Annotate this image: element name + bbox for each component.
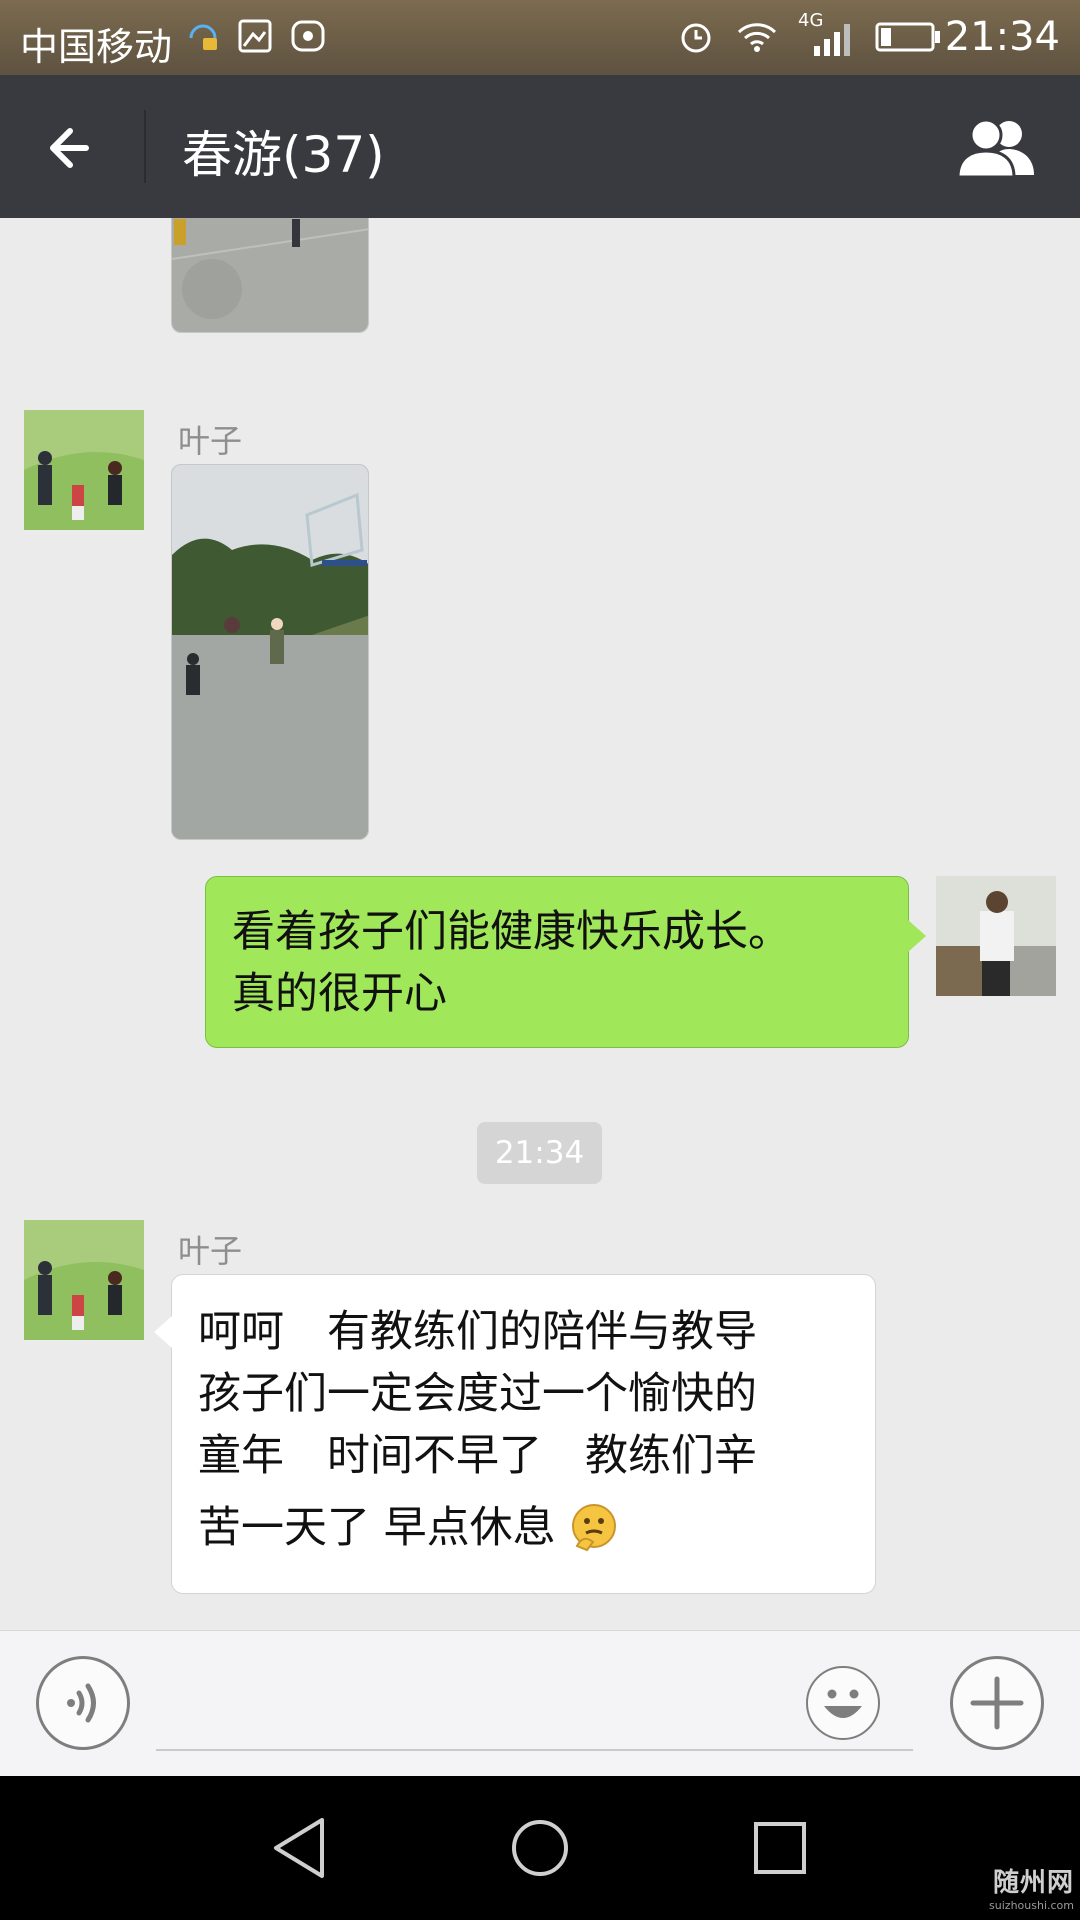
message-line-with-emoji: 苦一天了 早点休息 xyxy=(198,1497,849,1559)
group-members-icon[interactable] xyxy=(954,115,1040,181)
watermark-url: suizhoushi.com xyxy=(989,1899,1074,1912)
image-message[interactable] xyxy=(171,218,369,333)
my-avatar[interactable] xyxy=(936,876,1056,996)
court-photo xyxy=(172,218,368,332)
wifi-icon xyxy=(737,23,777,52)
time-separator: 21:34 xyxy=(477,1122,602,1184)
chat-title: 春游(37) xyxy=(182,126,385,184)
gallery-icon xyxy=(238,19,272,53)
bubble-tail xyxy=(908,920,926,952)
voice-icon xyxy=(67,1683,96,1723)
avatar[interactable] xyxy=(24,1220,144,1340)
watermark-title: 随州网 xyxy=(992,1868,1074,1898)
incoming-message-bubble[interactable]: 呵呵 有教练们的陪伴与教导 孩子们一定会度过一个愉快的 童年 时间不早了 教练们… xyxy=(171,1274,876,1594)
smiley-icon xyxy=(824,1689,862,1718)
message-line: 看着孩子们能健康快乐成长。 xyxy=(232,907,791,957)
avatar[interactable] xyxy=(24,410,144,530)
thinking-face-emoji xyxy=(572,1504,617,1552)
avatar-family-photo xyxy=(24,1220,144,1340)
message-input[interactable] xyxy=(156,1749,913,1751)
chat-area[interactable]: 叶子 看着孩子们能健康快乐成长。 真的很开心 21:34 叶子 呵呵 有教练们的… xyxy=(0,218,1080,1630)
alarm-icon xyxy=(681,23,711,53)
emoji-button[interactable] xyxy=(806,1666,880,1740)
avatar-family-photo xyxy=(24,410,144,530)
sender-nickname: 叶子 xyxy=(178,422,243,460)
voice-button[interactable] xyxy=(36,1656,130,1750)
status-bar: 中国移动 4G 21:34 xyxy=(0,0,1080,75)
carrier-label: 中国移动 xyxy=(20,25,173,69)
huawei-icon xyxy=(291,20,325,52)
bubble-tail xyxy=(154,1316,172,1348)
message-line: 呵呵 有教练们的陪伴与教导 xyxy=(198,1307,757,1357)
nav-back-icon[interactable] xyxy=(262,1810,338,1886)
title-divider xyxy=(144,110,146,183)
message-line: 苦一天了 早点休息 xyxy=(198,1503,556,1553)
image-message[interactable] xyxy=(171,464,369,840)
headset-icon xyxy=(189,24,217,50)
title-bar: 春游(37) xyxy=(0,75,1080,218)
navigation-bar: 随州网 suizhoushi.com xyxy=(0,1776,1080,1920)
message-line: 真的很开心 xyxy=(232,969,447,1019)
watermark: 随州网 suizhoushi.com xyxy=(989,1862,1074,1912)
more-button[interactable] xyxy=(950,1656,1044,1750)
basketball-court-photo xyxy=(172,465,368,839)
signal-icon xyxy=(814,24,850,56)
nav-recents-icon[interactable] xyxy=(742,1810,818,1886)
clock: 21:34 xyxy=(944,14,1060,60)
input-bar xyxy=(0,1630,1080,1776)
nav-home-icon[interactable] xyxy=(502,1810,578,1886)
back-arrow-icon[interactable] xyxy=(40,115,106,181)
sender-nickname: 叶子 xyxy=(178,1232,243,1270)
plus-icon xyxy=(970,1676,1024,1730)
battery-icon xyxy=(875,22,940,52)
outgoing-message-bubble[interactable]: 看着孩子们能健康快乐成长。 真的很开心 xyxy=(205,876,909,1048)
message-line: 童年 时间不早了 教练们辛 xyxy=(198,1431,757,1481)
avatar-self-photo xyxy=(936,876,1056,996)
message-line: 孩子们一定会度过一个愉快的 xyxy=(198,1369,757,1419)
